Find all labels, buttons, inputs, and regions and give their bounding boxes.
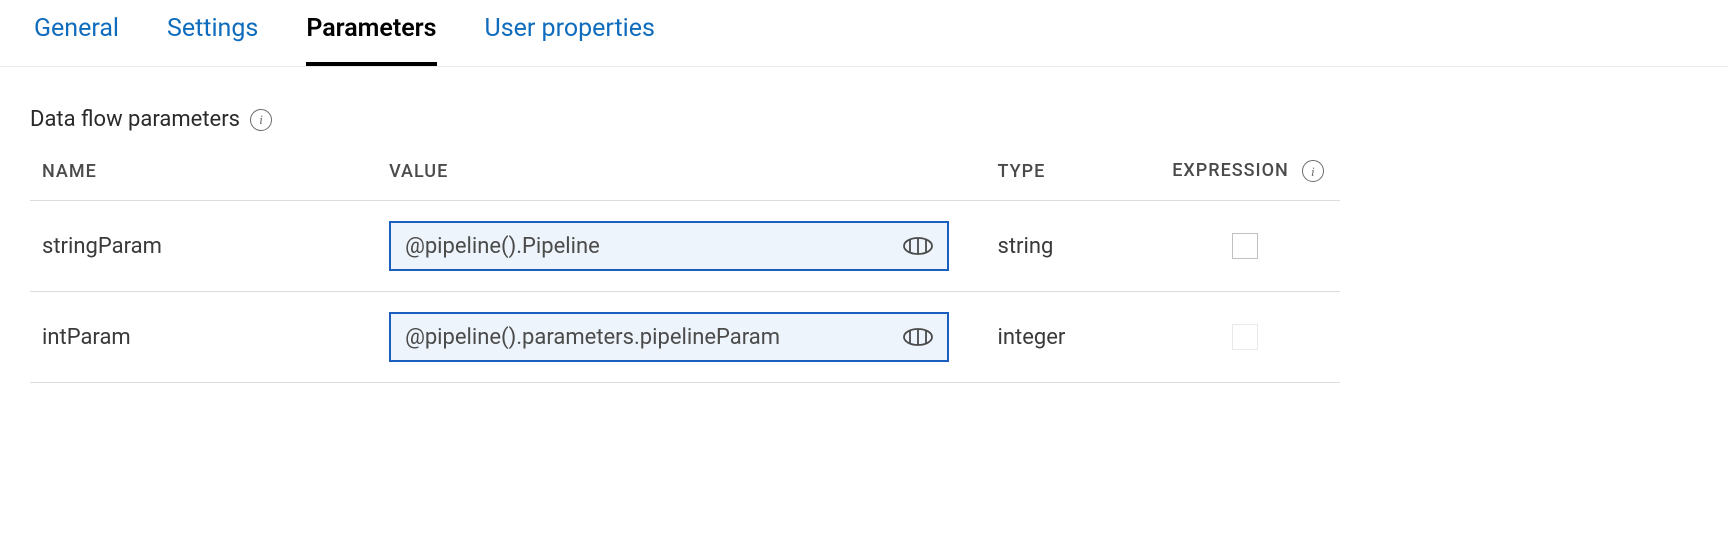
col-header-value: VALUE [377,160,985,201]
tab-general[interactable]: General [34,14,119,66]
expression-checkbox[interactable] [1232,233,1258,259]
param-name: intParam [30,292,377,383]
param-value-input[interactable]: @pipeline().parameters.pipelineParam [389,312,949,362]
parameters-section: Data flow parameters i NAME VALUE TYPE E… [0,67,1370,383]
param-value-input[interactable]: @pipeline().Pipeline [389,221,949,271]
param-value-text: @pipeline().parameters.pipelineParam [405,325,901,350]
param-name: stringParam [30,201,377,292]
info-icon[interactable]: i [250,109,272,131]
col-header-name: NAME [30,160,377,201]
dynamic-content-icon[interactable] [901,323,935,351]
col-header-expression-text: EXPRESSION [1172,160,1289,181]
tab-settings[interactable]: Settings [167,14,258,66]
table-row: intParam @pipeline().parameters.pipeline… [30,292,1340,383]
tab-user-properties[interactable]: User properties [485,14,655,66]
tab-parameters[interactable]: Parameters [306,14,436,66]
col-header-type: TYPE [986,160,1161,201]
param-type: string [986,201,1161,292]
section-title-text: Data flow parameters [30,107,240,132]
section-title: Data flow parameters i [30,107,1340,132]
table-row: stringParam @pipeline().Pipeline [30,201,1340,292]
expression-checkbox [1232,324,1258,350]
parameters-table: NAME VALUE TYPE EXPRESSION i stringParam… [30,160,1340,383]
param-value-text: @pipeline().Pipeline [405,234,901,259]
param-type: integer [986,292,1161,383]
col-header-expression: EXPRESSION i [1160,160,1340,201]
dynamic-content-icon[interactable] [901,232,935,260]
info-icon[interactable]: i [1302,160,1324,182]
tabs-bar: General Settings Parameters User propert… [0,0,1728,67]
